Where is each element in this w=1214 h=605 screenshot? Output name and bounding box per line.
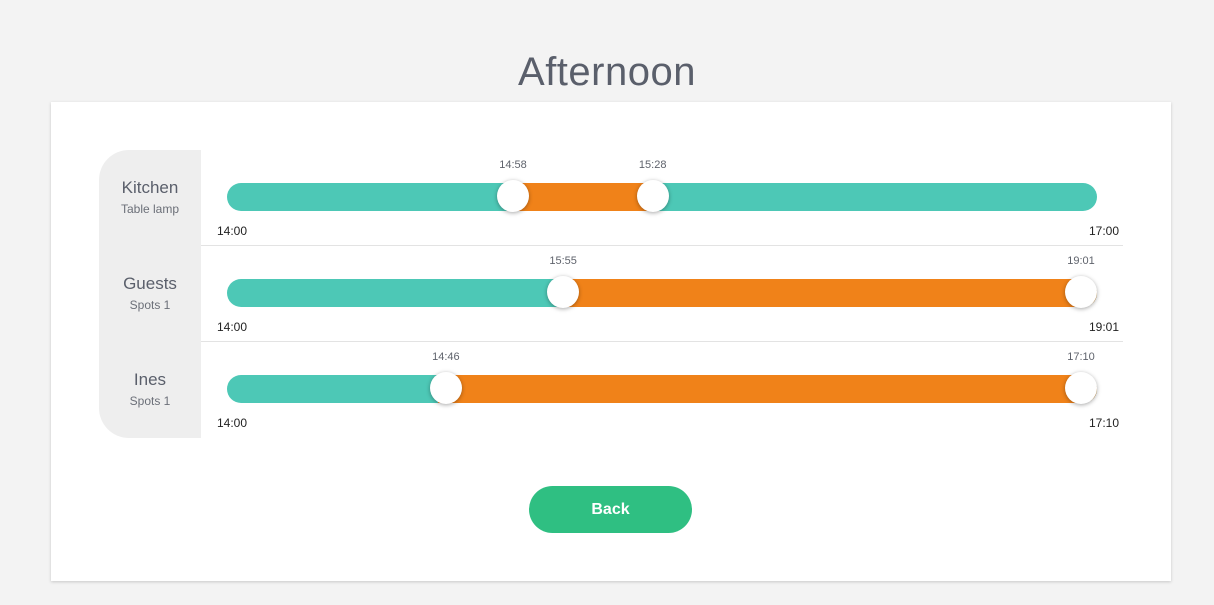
page-title: Afternoon	[518, 50, 696, 94]
range-max-label: 17:10	[1088, 416, 1119, 430]
active-range-fill	[507, 183, 653, 211]
room-name: Ines	[133, 370, 167, 389]
end-time-label: 19:01	[1067, 255, 1095, 267]
start-time-label: 15:55	[549, 255, 577, 267]
end-handle[interactable]	[636, 180, 669, 212]
range-min-label: 14:00	[217, 416, 248, 430]
device-name: Spots 1	[129, 298, 171, 312]
slider-track[interactable]	[227, 375, 1097, 403]
schedule-rows: Kitchen Table lamp 14:58 15:28 14:00 17:…	[99, 150, 1123, 438]
row-label: Guests Spots 1	[99, 273, 201, 313]
active-range-fill	[437, 375, 1097, 403]
device-name: Spots 1	[129, 394, 171, 408]
active-range-fill	[559, 279, 1097, 307]
range-max-label: 19:01	[1088, 320, 1119, 334]
end-time-label: 15:28	[638, 159, 667, 171]
slider-track[interactable]	[227, 279, 1097, 307]
room-name: Guests	[123, 274, 177, 293]
start-time-label: 14:58	[499, 159, 527, 171]
start-handle[interactable]	[497, 180, 530, 212]
end-time-label: 17:10	[1067, 351, 1095, 363]
back-button[interactable]: Back	[529, 486, 692, 533]
room-name: Kitchen	[121, 178, 179, 197]
range-min-label: 14:00	[217, 320, 248, 334]
range-max-label: 17:00	[1088, 224, 1119, 238]
range-min-label: 14:00	[217, 224, 248, 238]
start-time-label: 14:46	[432, 351, 460, 363]
row-label: Ines Spots 1	[99, 369, 201, 409]
device-name: Table lamp	[120, 202, 180, 216]
row-label: Kitchen Table lamp	[99, 177, 201, 217]
schedule-row: Ines Spots 1 14:46 17:10 14:00 17:10	[99, 342, 1123, 438]
end-handle[interactable]	[1065, 372, 1097, 404]
schedule-card: Kitchen Table lamp 14:58 15:28 14:00 17:…	[51, 102, 1171, 581]
schedule-row: Guests Spots 1 15:55 19:01 14:00 19:01	[99, 246, 1123, 342]
start-handle[interactable]	[429, 372, 462, 404]
end-handle[interactable]	[1065, 276, 1097, 308]
start-handle[interactable]	[547, 276, 580, 308]
page: Afternoon Kitchen Table lamp 14:58 15:28…	[0, 0, 1214, 605]
schedule-row: Kitchen Table lamp 14:58 15:28 14:00 17:…	[99, 150, 1123, 246]
